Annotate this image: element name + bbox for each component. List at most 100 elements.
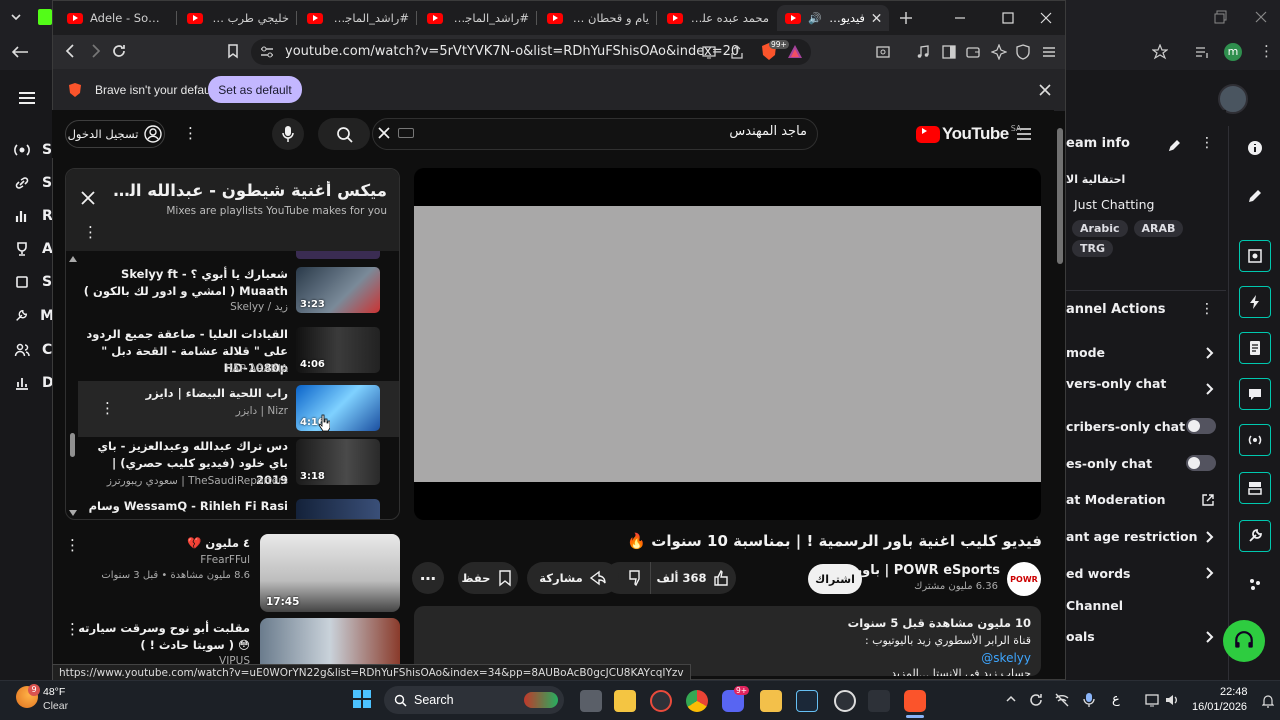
clear-search-icon[interactable] — [377, 126, 391, 140]
sidebar-item-moderation[interactable]: M — [14, 306, 54, 326]
minimize-icon[interactable] — [951, 9, 969, 27]
chrome-icon[interactable] — [686, 690, 708, 712]
display-icon[interactable] — [1144, 692, 1160, 708]
star-icon[interactable] — [1152, 44, 1168, 60]
capcut-icon[interactable] — [868, 690, 890, 712]
wallet-icon[interactable] — [965, 44, 981, 60]
subscribe-button[interactable]: اشتراك — [808, 564, 862, 594]
menu-icon[interactable] — [1041, 44, 1057, 60]
site-settings-icon[interactable] — [259, 44, 275, 60]
sidebar-item-stream[interactable]: S — [14, 140, 54, 160]
clock-date[interactable]: 16/01/2026 — [1192, 701, 1247, 713]
more-vertical-icon[interactable]: ⋮ — [1200, 302, 1214, 318]
action-age-restriction[interactable]: ant age restriction — [1066, 529, 1198, 544]
file-explorer-icon[interactable] — [614, 690, 636, 712]
restore-window-icon[interactable] — [1214, 10, 1228, 24]
clip-button[interactable] — [1239, 240, 1271, 272]
tab-rashed-1[interactable]: #راشد_الماجد - أحـ — [299, 5, 417, 31]
vpn-shield-icon[interactable] — [1015, 44, 1031, 60]
playlist-scrollbar[interactable] — [70, 433, 75, 457]
action-goals[interactable]: oals — [1066, 629, 1095, 644]
subscribers-only-toggle[interactable] — [1186, 418, 1216, 434]
chat-button[interactable] — [1239, 378, 1271, 410]
action-blocked-words[interactable]: ed words — [1066, 566, 1130, 581]
more-vertical-icon[interactable]: ⋮ — [65, 536, 80, 554]
hamburger-menu-icon[interactable] — [17, 90, 37, 106]
close-playlist-icon[interactable] — [81, 191, 95, 205]
sign-in-button[interactable]: تسجيل الدخول — [65, 120, 165, 148]
no-wifi-icon[interactable] — [1054, 692, 1070, 708]
voice-search-button[interactable] — [272, 118, 304, 150]
scroll-up-icon[interactable] — [68, 255, 78, 263]
action-subscribers-only[interactable]: cribers-only chat — [1066, 419, 1185, 434]
back-arrow-icon[interactable] — [10, 44, 30, 60]
sidebar-item-analytics[interactable]: R — [14, 206, 54, 226]
more-actions-button[interactable]: ⋯ — [412, 562, 444, 594]
reload-icon[interactable] — [111, 43, 127, 59]
obs-icon[interactable] — [834, 690, 856, 712]
description-mention-link[interactable]: @skelyy — [981, 651, 1031, 665]
share-button[interactable]: مشاركة — [527, 562, 619, 594]
playlist-title[interactable]: ميكس أغنية شيطون - عبدالله المالو... — [112, 181, 387, 200]
pencil-icon[interactable] — [1168, 137, 1182, 152]
reading-list-icon[interactable] — [1194, 44, 1210, 60]
description-more[interactable]: حساب زيد في الإنستا ...المزيد — [891, 667, 1031, 676]
volume-icon[interactable] — [1164, 692, 1180, 708]
sidebar-toggle-icon[interactable] — [941, 44, 957, 60]
broadcast-button[interactable] — [1239, 424, 1271, 456]
notification-bell-icon[interactable] — [1262, 694, 1274, 708]
playlist-item-current[interactable]: ⋮ راب اللحية البيضاء | دايزر Nizr | دايز… — [78, 381, 399, 437]
tab-rashed-2[interactable]: #راشد_الماجد - تجـ — [419, 5, 537, 31]
leo-ai-icon[interactable] — [991, 44, 1007, 60]
clock-time[interactable]: 22:48 — [1220, 686, 1248, 698]
sidebar-item-s[interactable]: S — [14, 272, 54, 292]
bookmark-icon[interactable] — [225, 43, 241, 59]
action-mode[interactable]: mode — [1066, 345, 1105, 360]
forward-icon[interactable] — [87, 43, 103, 59]
extensions-button[interactable] — [1239, 568, 1271, 600]
windows-start-icon[interactable] — [352, 689, 372, 709]
close-infobar-icon[interactable] — [1039, 84, 1051, 96]
input-language[interactable]: ع — [1112, 692, 1120, 707]
tab-adele[interactable]: Adele - Someone — [59, 5, 177, 31]
video-player[interactable] — [414, 168, 1041, 520]
search-button[interactable] — [318, 118, 370, 150]
profile-avatar[interactable]: m — [1224, 43, 1242, 61]
edit-button[interactable] — [1239, 180, 1271, 212]
kick-logo-icon[interactable] — [38, 9, 52, 25]
page-scrollbar[interactable] — [1057, 128, 1063, 264]
share-icon[interactable] — [729, 44, 745, 60]
close-window-icon[interactable] — [1254, 10, 1268, 24]
sync-icon[interactable] — [1028, 692, 1044, 708]
more-vertical-icon[interactable]: ⋮ — [183, 124, 198, 142]
tag[interactable]: ARAB — [1133, 220, 1184, 237]
recommended-video[interactable]: ⋮ ٤ مليون 💔 FFearFFul 8.6 مليون مشاهدة •… — [65, 534, 400, 614]
notes-app-icon[interactable] — [760, 690, 782, 712]
tab-yam[interactable]: يام و قحطان - ناجـ — [539, 5, 657, 31]
headset-support-button[interactable] — [1223, 620, 1265, 662]
action-emotes-only[interactable]: es-only chat — [1066, 456, 1152, 471]
notes-button[interactable] — [1239, 332, 1271, 364]
sidebar-item-dashboard[interactable]: D — [14, 373, 54, 393]
app-icon[interactable] — [650, 690, 672, 712]
action-channel[interactable]: Channel — [1066, 598, 1123, 613]
more-vertical-icon[interactable]: ⋮ — [1200, 136, 1214, 152]
set-as-default-button[interactable]: Set as default — [208, 76, 302, 103]
close-window-icon[interactable] — [1037, 9, 1055, 27]
tag[interactable]: Arabic — [1072, 220, 1128, 237]
cast-icon[interactable] — [701, 44, 717, 60]
brave-taskbar-icon[interactable] — [904, 690, 926, 712]
close-icon[interactable] — [872, 13, 881, 23]
tab-active-video[interactable]: 🔊 فيديو كليـ — [777, 5, 889, 31]
recommended-video[interactable]: ⋮ مقلبت أبو نوح وسرقت سيارته 😳 ( سويتا ح… — [65, 618, 400, 664]
sidebar-item-achievements[interactable]: A — [14, 239, 54, 259]
task-view-icon[interactable] — [580, 690, 602, 712]
screenshot-icon[interactable] — [875, 44, 891, 60]
emotes-only-toggle[interactable] — [1186, 455, 1216, 471]
channel-avatar[interactable]: POWR — [1007, 562, 1041, 596]
brave-rewards-icon[interactable] — [787, 44, 803, 60]
chevron-down-icon[interactable] — [8, 9, 24, 25]
scroll-down-icon[interactable] — [68, 509, 78, 517]
music-icon[interactable] — [915, 44, 931, 60]
like-button[interactable]: 368 ألف — [650, 562, 736, 594]
